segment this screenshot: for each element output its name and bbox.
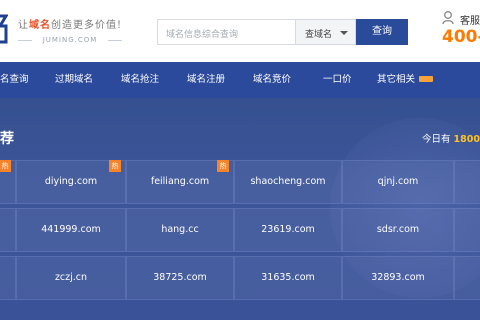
hot-badge: 热 bbox=[109, 160, 121, 172]
nav-item-other-label: 其它相关 bbox=[377, 74, 416, 85]
domain-name: 32893.com bbox=[371, 272, 425, 283]
domain-cell[interactable]: 热 diying.com bbox=[16, 160, 126, 204]
domain-cell[interactable]: 23619.com bbox=[234, 208, 342, 252]
nav-item-fixed-price[interactable]: 一口价 bbox=[323, 62, 352, 98]
domain-cell-partial[interactable] bbox=[454, 160, 480, 204]
domain-cell-partial[interactable] bbox=[454, 256, 480, 300]
search-button[interactable]: 查询 bbox=[356, 19, 408, 45]
domain-name: sdsr.com bbox=[376, 224, 420, 235]
slogan-prefix: 让 bbox=[18, 20, 29, 31]
domain-cell[interactable]: qjnj.com bbox=[342, 160, 454, 204]
domain-cell[interactable]: shaocheng.com bbox=[234, 160, 342, 204]
service-phone[interactable]: 400- bbox=[442, 27, 480, 47]
chevron-down-icon bbox=[340, 31, 348, 35]
domain-grid: 热 热 diying.com 热 feiliang.com shaocheng.… bbox=[0, 160, 480, 320]
customer-service-icon bbox=[442, 11, 454, 24]
section-title: 荐 bbox=[0, 131, 14, 147]
domain-cell[interactable]: 31635.com bbox=[234, 256, 342, 300]
recommend-section: 荐 今日有 18008 热 热 diying.com 热 feiliang.co… bbox=[0, 98, 480, 320]
hot-badge: 热 bbox=[217, 160, 229, 172]
hot-badge: 热 bbox=[0, 160, 11, 172]
nav-item-domain-query[interactable]: 名查询 bbox=[0, 62, 29, 98]
main-nav: 名查询 过期域名 域名抢注 域名注册 域名竞价 一口价 其它相关 bbox=[0, 62, 480, 98]
domain-cell[interactable]: 32893.com bbox=[342, 256, 454, 300]
domain-cell-partial[interactable]: 热 bbox=[0, 160, 16, 204]
domain-name: 23619.com bbox=[261, 224, 315, 235]
slogan-highlight: 域名 bbox=[29, 20, 51, 31]
search-type-select[interactable]: 查域名 bbox=[295, 19, 356, 45]
domain-cell[interactable]: sdsr.com bbox=[342, 208, 454, 252]
domain-cell[interactable]: 热 feiliang.com bbox=[126, 160, 234, 204]
search-input[interactable]: 域名信息综合查询 bbox=[157, 19, 295, 45]
domain-cell-partial[interactable] bbox=[454, 208, 480, 252]
domain-name: zczj.cn bbox=[54, 272, 88, 283]
today-prefix: 今日有 bbox=[422, 134, 451, 145]
service-label: 客服 bbox=[460, 16, 480, 27]
domain-name: diying.com bbox=[44, 176, 98, 187]
domain-cell[interactable]: 441999.com bbox=[16, 208, 126, 252]
domain-name: hang.cc bbox=[161, 224, 199, 235]
search-type-label: 查域名 bbox=[305, 30, 333, 40]
new-badge bbox=[419, 75, 434, 82]
domain-name: 38725.com bbox=[153, 272, 207, 283]
domain-name: shaocheng.com bbox=[250, 176, 326, 187]
domain-name: feiliang.com bbox=[150, 176, 210, 187]
domain-name: qjnj.com bbox=[377, 176, 419, 187]
domain-cell-partial[interactable] bbox=[0, 208, 16, 252]
domain-name: 31635.com bbox=[261, 272, 315, 283]
slogan-suffix: 创造更多价值! bbox=[51, 20, 123, 31]
domain-cell[interactable]: hang.cc bbox=[126, 208, 234, 252]
nav-item-domain-snapping[interactable]: 域名抢注 bbox=[121, 62, 159, 98]
slogan: 让域名创造更多价值! bbox=[18, 16, 122, 31]
domain-cell[interactable]: zczj.cn bbox=[16, 256, 126, 300]
domain-cell-partial[interactable] bbox=[0, 256, 16, 300]
logo-icon[interactable] bbox=[0, 14, 8, 44]
today-count: 今日有 18008 bbox=[422, 131, 480, 145]
nav-item-expired-domains[interactable]: 过期域名 bbox=[55, 62, 93, 98]
nav-item-domain-auction[interactable]: 域名竞价 bbox=[253, 62, 291, 98]
nav-item-domain-registration[interactable]: 域名注册 bbox=[187, 62, 225, 98]
today-number: 18008 bbox=[453, 134, 480, 145]
header: 让域名创造更多价值! JUMING.COM 域名信息综合查询 查域名 查询 客服… bbox=[0, 0, 480, 62]
nav-item-other[interactable]: 其它相关 bbox=[377, 62, 434, 98]
brand-url: JUMING.COM bbox=[18, 36, 122, 44]
domain-name: 441999.com bbox=[41, 224, 101, 235]
domain-cell[interactable]: 38725.com bbox=[126, 256, 234, 300]
